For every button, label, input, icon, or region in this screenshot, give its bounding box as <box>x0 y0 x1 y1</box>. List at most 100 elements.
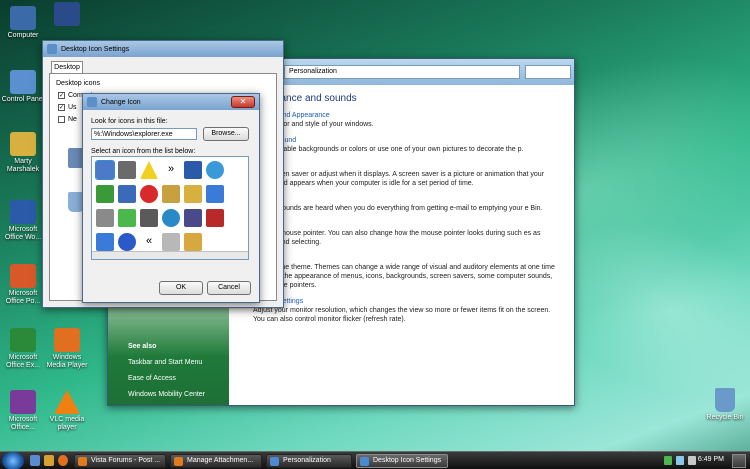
link-screen-saver[interactable]: Saver <box>253 162 560 169</box>
word-icon <box>10 200 36 224</box>
taskbar-button-label: Manage Attachmen... <box>187 457 254 464</box>
checkbox-network[interactable]: Ne <box>58 116 77 123</box>
item-description: your screen saver or adjust when it disp… <box>253 171 545 187</box>
file-path-input[interactable]: %:\Windows\explorer.exe <box>91 128 197 140</box>
lock-icon[interactable] <box>184 233 202 251</box>
search-input[interactable] <box>525 65 571 79</box>
globe-icon[interactable] <box>162 209 180 227</box>
quick-launch-icon[interactable] <box>44 455 54 466</box>
library-icon[interactable] <box>162 185 180 203</box>
show-desktop-button[interactable] <box>732 454 746 468</box>
link-mobility-center[interactable]: Windows Mobility Center <box>128 391 205 398</box>
taskbar-button-label: Desktop Icon Settings <box>373 457 442 464</box>
chevron-right-icon[interactable]: » <box>162 161 180 179</box>
display-icon[interactable] <box>184 209 202 227</box>
firefox-icon[interactable] <box>58 455 68 466</box>
paper-icon[interactable] <box>162 233 180 251</box>
item-theme: Theme Change the theme. Themes can chang… <box>239 255 560 290</box>
desktop-icon-label: VLC media player <box>49 416 85 431</box>
checkbox-box <box>58 116 65 123</box>
tray-icon[interactable] <box>688 456 696 465</box>
user-icon[interactable] <box>206 185 224 203</box>
group-label: Desktop icons <box>56 80 100 87</box>
ok-button[interactable]: OK <box>159 281 203 295</box>
checkbox-user-files[interactable]: ✓ Us <box>58 104 77 111</box>
desktop-icon-label: Microsoft Office... <box>8 416 38 431</box>
desktop-icon-computer[interactable]: Computer <box>0 6 46 40</box>
icon-list[interactable]: » « <box>91 156 249 260</box>
taskbar-button-manage-attachments[interactable]: Manage Attachmen... <box>170 454 262 468</box>
item-description: different mouse pointer. You can also ch… <box>253 230 541 246</box>
desktop-icon-label: Computer <box>7 32 39 39</box>
desktop-icon-label: Recycle Bin <box>706 414 744 421</box>
error-icon[interactable] <box>140 185 158 203</box>
cancel-button[interactable]: Cancel <box>207 281 251 295</box>
link-display-settings[interactable]: Display Settings <box>253 298 560 305</box>
item-description: e which sounds are heard when you do eve… <box>253 205 543 212</box>
personalization-icon <box>270 457 279 466</box>
desktop-icon-user-folder[interactable]: Marty Marshalek <box>0 132 46 174</box>
computer-icon <box>10 6 36 30</box>
desktop-icon-recycle-bin[interactable]: Recycle Bin <box>702 388 748 422</box>
checkbox-label: Us <box>68 104 77 111</box>
link-sounds[interactable]: s <box>253 196 560 203</box>
link-ease-of-access[interactable]: Ease of Access <box>128 375 176 382</box>
desktop-icon-vlc[interactable]: VLC media player <box>44 390 90 432</box>
desktop-icon-media-player[interactable]: Windows Media Player <box>44 328 90 370</box>
close-button[interactable]: ✕ <box>231 96 255 108</box>
page-title: e appearance and sounds <box>241 93 357 104</box>
browse-button[interactable]: Browse... <box>203 127 249 141</box>
document-icon[interactable] <box>184 161 202 179</box>
link-theme[interactable]: Theme <box>253 255 560 262</box>
desktop-icon-onenote[interactable]: Microsoft Office... <box>0 390 46 432</box>
desktop-settings-icon <box>360 457 369 466</box>
item-screen-saver: Saver your screen saver or adjust when i… <box>241 162 560 188</box>
link-desktop-background[interactable]: p Background <box>253 137 560 144</box>
firefox-icon <box>174 457 183 466</box>
item-background: p Background from available backgrounds … <box>241 137 560 154</box>
address-bar[interactable]: Personalization <box>284 65 520 79</box>
dialog-title: Change Icon <box>101 98 141 106</box>
taskbar-button-label: Personalization <box>283 457 331 464</box>
hardware-icon[interactable] <box>96 209 114 227</box>
horizontal-scrollbar[interactable] <box>92 251 248 259</box>
taskbar-button-personalization[interactable]: Personalization <box>266 454 352 468</box>
control-icon[interactable] <box>96 233 114 251</box>
printer-icon[interactable] <box>118 161 136 179</box>
volume-icon[interactable] <box>676 456 684 465</box>
explorer-icon[interactable] <box>95 160 115 180</box>
recycle-icon[interactable] <box>118 209 136 227</box>
desktop-icon-powerpoint[interactable]: Microsoft Office Po... <box>0 264 46 306</box>
look-label: Look for icons in this file: <box>91 118 168 125</box>
info-icon[interactable] <box>118 233 136 251</box>
chevron-left-icon[interactable]: « <box>140 233 158 251</box>
desktop-icon-control-panel[interactable]: Control Panel <box>0 70 46 104</box>
title-bar[interactable]: Desktop Icon Settings <box>43 41 283 57</box>
window-icon[interactable] <box>118 185 136 203</box>
monitor-icon[interactable] <box>140 209 158 227</box>
warning-icon[interactable] <box>140 161 158 179</box>
network-icon[interactable] <box>664 456 672 465</box>
desktop-icon-label: Marty Marshalek <box>6 158 40 173</box>
link-color-appearance[interactable]: w Color and Appearance <box>253 112 560 119</box>
desktop-icon-label: Control Panel <box>1 96 45 103</box>
control-panel-icon <box>10 70 36 94</box>
desktop-icon-word[interactable]: Microsoft Office Wo... <box>0 200 46 242</box>
show-desktop-icon[interactable] <box>30 455 40 466</box>
clock[interactable]: 6:49 PM <box>698 456 724 463</box>
shield-icon <box>54 2 80 26</box>
folder-icon[interactable] <box>184 185 202 203</box>
media-icon[interactable] <box>206 209 224 227</box>
taskbar-button-vista-forums[interactable]: Vista Forums - Post ... <box>74 454 166 468</box>
taskbar: Vista Forums - Post ... Manage Attachmen… <box>0 451 750 469</box>
link-taskbar-start-menu[interactable]: Taskbar and Start Menu <box>128 359 202 366</box>
desktop-icon-excel[interactable]: Microsoft Office Ex... <box>0 328 46 370</box>
desktop-settings-icon <box>47 44 57 54</box>
start-button[interactable] <box>2 452 24 469</box>
desktop-icon-label: Microsoft Office Po... <box>5 290 41 305</box>
users-icon[interactable] <box>206 161 224 179</box>
link-mouse-pointers[interactable]: Pointers <box>253 221 560 228</box>
taskbar-button-desktop-icon-settings[interactable]: Desktop Icon Settings <box>356 454 448 468</box>
desktop-icon-shortcut[interactable] <box>44 2 90 28</box>
upload-icon[interactable] <box>96 185 114 203</box>
